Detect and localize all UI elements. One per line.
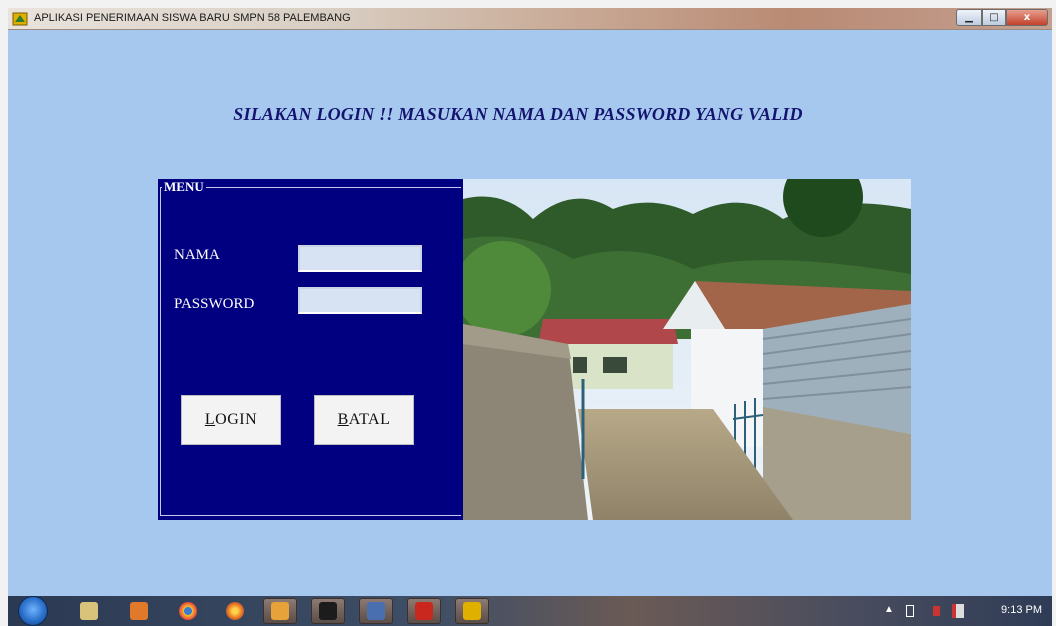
clock[interactable]: 9:13 PM <box>1001 604 1042 616</box>
login-button-label: OGIN <box>215 411 258 428</box>
visual-basic-icon <box>367 602 385 620</box>
window-titlebar[interactable]: APLIKASI PENERIMAAN SISWA BARU SMPN 58 P… <box>8 8 1052 30</box>
batal-button-label: ATAL <box>348 411 391 428</box>
chrome-icon[interactable] <box>179 602 197 620</box>
battery-icon[interactable] <box>906 605 914 617</box>
login-heading: SILAKAN LOGIN !! MASUKAN NAMA DAN PASSWO… <box>233 104 803 124</box>
app-taskbar-button[interactable] <box>263 598 297 624</box>
nama-input[interactable] <box>298 245 422 272</box>
seven-zip-icon <box>319 602 337 620</box>
start-orb-icon[interactable] <box>18 596 48 626</box>
seven-zip-taskbar-button[interactable] <box>311 598 345 624</box>
form-app-icon <box>463 602 481 620</box>
login-button[interactable]: L OGIN <box>181 395 281 445</box>
close-button[interactable]: x <box>1006 9 1048 26</box>
menu-panel: MENU NAMA PASSWORD L OGIN B ATAL <box>158 179 463 520</box>
minimize-button[interactable]: ▁ <box>956 9 982 26</box>
password-label: PASSWORD <box>174 296 255 312</box>
pdf-taskbar-button[interactable] <box>407 598 441 624</box>
window-title: APLIKASI PENERIMAAN SISWA BARU SMPN 58 P… <box>34 12 351 24</box>
window-controls: ▁ □ x <box>956 9 1048 27</box>
system-tray: ▲ 9:13 PM <box>882 596 1052 626</box>
login-form: SILAKAN LOGIN !! MASUKAN NAMA DAN PASSWO… <box>8 30 1052 596</box>
menu-frame <box>160 187 461 516</box>
action-center-icon[interactable] <box>952 604 964 618</box>
menu-frame-caption: MENU <box>162 179 206 195</box>
batal-button[interactable]: B ATAL <box>314 395 414 445</box>
show-hidden-icons-icon[interactable]: ▲ <box>884 604 894 615</box>
taskbar: ▲ 9:13 PM <box>8 596 1052 626</box>
login-accesskey: L <box>204 411 216 428</box>
password-input[interactable] <box>298 287 422 314</box>
maximize-button[interactable]: □ <box>982 9 1006 26</box>
visual-basic-taskbar-button[interactable] <box>359 598 393 624</box>
form-app-taskbar-button[interactable] <box>455 598 489 624</box>
firefox-icon[interactable] <box>226 602 244 620</box>
app-icon <box>12 12 28 26</box>
app-icon <box>271 602 289 620</box>
pdf-icon <box>415 602 433 620</box>
network-icon[interactable] <box>928 606 940 616</box>
school-photo <box>463 179 911 520</box>
batal-accesskey: B <box>337 411 349 428</box>
media-player-icon[interactable] <box>130 602 148 620</box>
nama-label: NAMA <box>174 247 220 263</box>
folder-icon[interactable] <box>80 602 98 620</box>
